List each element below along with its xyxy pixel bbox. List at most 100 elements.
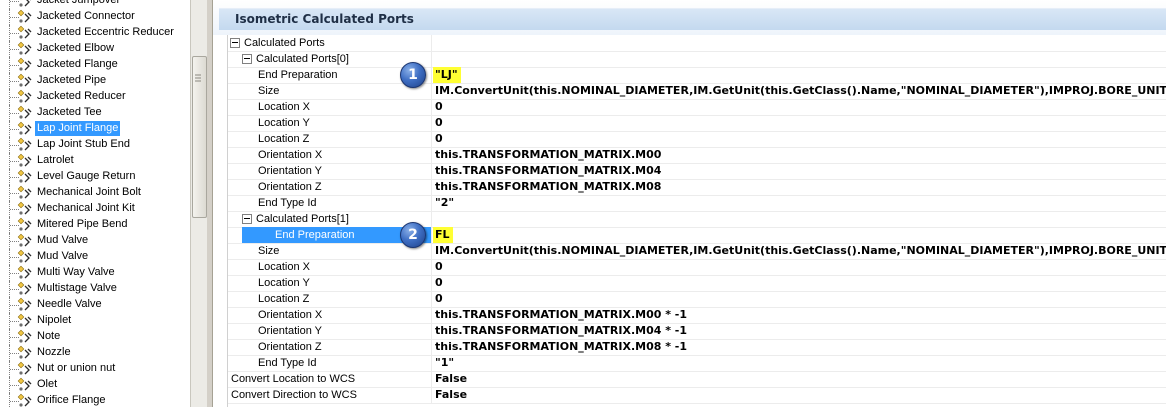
property-row[interactable]: End Type Id "1" <box>228 355 1166 372</box>
callout-badge: 1 <box>400 62 426 88</box>
property-value[interactable]: 0 <box>433 99 443 115</box>
tree-item[interactable]: Needle Valve <box>0 297 190 313</box>
property-name: Size <box>258 85 280 97</box>
tree-item[interactable]: Jacketed Eccentric Reducer <box>0 25 190 41</box>
property-value[interactable]: this.TRANSFORMATION_MATRIX.M08 * -1 <box>433 339 687 355</box>
tree-item[interactable]: Lap Joint Flange <box>0 121 190 137</box>
component-node-icon <box>16 0 34 9</box>
tree-item[interactable]: Jacket Jumpover <box>0 0 190 9</box>
property-value[interactable]: 0 <box>433 275 443 291</box>
tree-item[interactable]: Orifice Flange <box>0 393 190 407</box>
property-name: Orientation Y <box>258 325 323 337</box>
column-divider <box>431 243 432 259</box>
property-row[interactable]: Convert Direction to WCS False <box>228 387 1166 404</box>
tree-item-label: Jacketed Flange <box>37 58 118 70</box>
tree-item[interactable]: Latrolet <box>0 153 190 169</box>
component-node-icon <box>16 233 34 249</box>
property-row[interactable]: Location Z 0 <box>228 291 1166 308</box>
collapse-icon[interactable] <box>242 54 252 64</box>
property-value[interactable]: "2" <box>433 195 454 211</box>
tree-item[interactable]: Note <box>0 329 190 345</box>
tree-item[interactable]: Mechanical Joint Bolt <box>0 185 190 201</box>
tree-item[interactable]: Nut or union nut <box>0 361 190 377</box>
property-value[interactable]: this.TRANSFORMATION_MATRIX.M04 <box>433 163 661 179</box>
property-row[interactable]: End Preparation "LJ" 1 <box>228 62 1166 88</box>
component-node-icon <box>16 313 34 329</box>
tree-scrollbar[interactable] <box>190 0 207 407</box>
tree-item[interactable]: Jacketed Pipe <box>0 73 190 89</box>
property-row[interactable]: Calculated Ports[0] <box>228 51 1166 68</box>
component-node-icon <box>16 153 34 169</box>
column-divider <box>431 131 432 147</box>
column-divider <box>431 179 432 195</box>
tree-item[interactable]: Lap Joint Stub End <box>0 137 190 153</box>
property-row[interactable]: Calculated Ports <box>228 35 1166 52</box>
tree-item-label: Latrolet <box>37 154 74 166</box>
property-value[interactable]: this.TRANSFORMATION_MATRIX.M00 <box>433 147 661 163</box>
property-value[interactable]: IM.ConvertUnit(this.NOMINAL_DIAMETER,IM.… <box>433 83 1166 99</box>
tree-item[interactable]: Jacketed Reducer <box>0 89 190 105</box>
property-value[interactable]: FL <box>433 227 453 243</box>
panel-header: Isometric Calculated Ports <box>213 0 1166 35</box>
property-row[interactable]: Orientation Z this.TRANSFORMATION_MATRIX.… <box>228 339 1166 356</box>
property-row[interactable]: Location X 0 <box>228 99 1166 116</box>
property-row[interactable]: Size IM.ConvertUnit(this.NOMINAL_DIAMETER… <box>228 83 1166 100</box>
tree-item[interactable]: Mitered Pipe Bend <box>0 217 190 233</box>
tree-item[interactable]: Jacketed Flange <box>0 57 190 73</box>
collapse-icon[interactable] <box>242 214 252 224</box>
property-value[interactable]: "LJ" <box>433 67 461 83</box>
property-row[interactable]: Size IM.ConvertUnit(this.NOMINAL_DIAMETER… <box>228 243 1166 260</box>
property-value[interactable]: False <box>433 387 467 403</box>
property-value[interactable]: 0 <box>433 291 443 307</box>
property-row[interactable]: Calculated Ports[1] <box>228 211 1166 228</box>
property-row[interactable]: End Type Id "2" <box>228 195 1166 212</box>
tree-item[interactable]: Jacketed Connector <box>0 9 190 25</box>
property-row[interactable]: Location Z 0 <box>228 131 1166 148</box>
property-value[interactable]: this.TRANSFORMATION_MATRIX.M08 <box>433 179 661 195</box>
property-value[interactable]: "1" <box>433 355 454 371</box>
tree-item[interactable]: Nipolet <box>0 313 190 329</box>
tree-item[interactable]: Multistage Valve <box>0 281 190 297</box>
property-value[interactable]: this.TRANSFORMATION_MATRIX.M00 * -1 <box>433 307 687 323</box>
collapse-icon[interactable] <box>230 38 240 48</box>
component-node-icon <box>16 201 34 217</box>
property-row[interactable]: Orientation X this.TRANSFORMATION_MATRIX.… <box>228 307 1166 324</box>
component-node-icon <box>16 73 34 89</box>
property-row[interactable]: Orientation X this.TRANSFORMATION_MATRIX.… <box>228 147 1166 164</box>
property-row[interactable]: End Preparation FL 2 <box>228 222 1166 248</box>
tree-item-label: Multi Way Valve <box>37 266 115 278</box>
tree-item[interactable]: Nozzle <box>0 345 190 361</box>
property-row[interactable]: Location X 0 <box>228 259 1166 276</box>
tree-item[interactable]: Mechanical Joint Kit <box>0 201 190 217</box>
tree-item[interactable]: Jacketed Tee <box>0 105 190 121</box>
tree-item[interactable]: Olet <box>0 377 190 393</box>
column-divider <box>431 259 432 275</box>
property-row[interactable]: Orientation Y this.TRANSFORMATION_MATRIX.… <box>228 323 1166 340</box>
property-value[interactable]: False <box>433 371 467 387</box>
component-tree[interactable]: Jacket Jumpover Jacketed Connector Jackete… <box>0 0 190 407</box>
tree-item[interactable]: Level Gauge Return <box>0 169 190 185</box>
tree-list: Jacket Jumpover Jacketed Connector Jackete… <box>0 0 190 407</box>
tree-item-label: Nozzle <box>37 346 71 358</box>
property-row[interactable]: Orientation Z this.TRANSFORMATION_MATRIX.… <box>228 179 1166 196</box>
tree-item[interactable]: Jacketed Elbow <box>0 41 190 57</box>
property-value[interactable]: 0 <box>433 115 443 131</box>
property-row[interactable]: Convert Location to WCS False <box>228 371 1166 388</box>
property-row[interactable]: Location Y 0 <box>228 275 1166 292</box>
property-name: Orientation X <box>258 309 323 321</box>
component-node-icon <box>16 89 34 105</box>
property-value[interactable]: 0 <box>433 131 443 147</box>
property-row[interactable]: Location Y 0 <box>228 115 1166 132</box>
property-row[interactable]: Orientation Y this.TRANSFORMATION_MATRIX.… <box>228 163 1166 180</box>
property-value[interactable]: this.TRANSFORMATION_MATRIX.M04 * -1 <box>433 323 687 339</box>
properties-panel: Isometric Calculated Ports Calculated Po… <box>213 0 1166 407</box>
component-node-icon <box>16 393 34 407</box>
property-value[interactable]: 0 <box>433 259 443 275</box>
column-divider <box>431 387 432 403</box>
tree-item[interactable]: Mud Valve <box>0 249 190 265</box>
tree-item[interactable]: Mud Valve <box>0 233 190 249</box>
tree-item[interactable]: Multi Way Valve <box>0 265 190 281</box>
property-value[interactable]: IM.ConvertUnit(this.NOMINAL_DIAMETER,IM.… <box>433 243 1166 259</box>
tree-item-label: Jacketed Connector <box>37 10 135 22</box>
column-divider <box>431 371 432 387</box>
